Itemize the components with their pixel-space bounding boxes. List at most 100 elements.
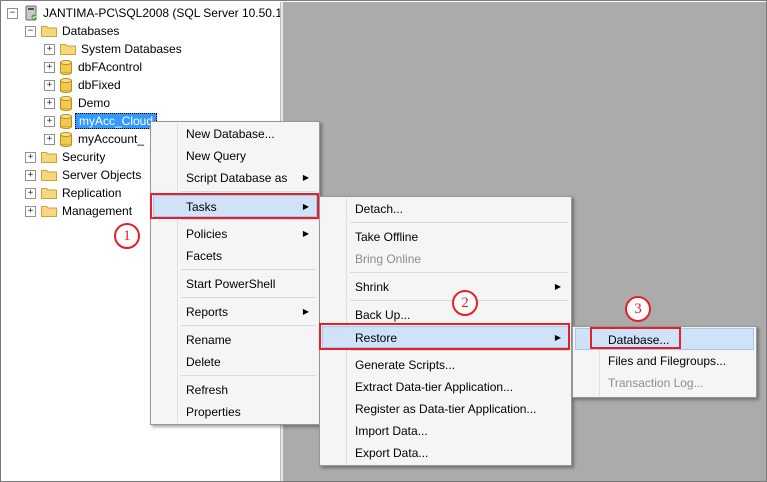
submenu-arrow-icon: ▶ <box>554 282 561 291</box>
menu-item-label: Script Database as <box>186 171 288 185</box>
menu-separator <box>181 297 316 298</box>
menu-item-transaction-log: Transaction Log... <box>575 372 754 394</box>
menu-item-properties[interactable]: Properties <box>153 401 317 423</box>
menu-item-import-data[interactable]: Import Data... <box>322 420 569 442</box>
expand-icon[interactable]: + <box>44 43 55 55</box>
menu-item-label: Take Offline <box>355 230 419 244</box>
menu-item-label: Rename <box>186 333 232 347</box>
menu-item-back-up[interactable]: Back Up... <box>322 304 569 326</box>
tree-label: Databases <box>62 24 120 38</box>
server-icon <box>23 5 39 21</box>
expand-icon[interactable]: + <box>44 97 55 109</box>
callout-badge-2: 2 <box>452 290 478 316</box>
tree-node-database[interactable]: + myAccount_ <box>44 130 144 148</box>
menu-separator <box>350 350 568 351</box>
tree-node-server[interactable]: − JANTIMA-PC\SQL2008 (SQL Server 10.50.1… <box>7 4 282 22</box>
menu-item-restore-database[interactable]: Database... <box>575 328 754 350</box>
expand-icon[interactable]: + <box>25 187 36 199</box>
expand-icon[interactable]: + <box>44 61 55 73</box>
menu-item-detach[interactable]: Detach... <box>322 198 569 220</box>
tree-label: Security <box>62 150 106 164</box>
menu-item-facets[interactable]: Facets <box>153 245 317 267</box>
menu-separator <box>181 269 316 270</box>
callout-badge-3: 3 <box>625 296 651 322</box>
menu-item-policies[interactable]: Policies ▶ <box>153 223 317 245</box>
tree-node-database-selected[interactable]: + myAcc_Cloud <box>44 112 158 130</box>
menu-item-new-database[interactable]: New Database... <box>153 123 317 145</box>
expand-icon[interactable]: + <box>44 79 55 91</box>
menu-item-export-data[interactable]: Export Data... <box>322 442 569 464</box>
menu-item-script-database-as[interactable]: Script Database as ▶ <box>153 167 317 189</box>
server-label: JANTIMA-PC\SQL2008 (SQL Server 10.50.160… <box>43 6 282 20</box>
tree-node-replication[interactable]: + Replication <box>25 184 121 202</box>
folder-icon <box>41 169 57 181</box>
menu-item-register-data-tier[interactable]: Register as Data-tier Application... <box>322 398 569 420</box>
menu-item-label: Tasks <box>186 200 217 214</box>
folder-icon <box>41 187 57 199</box>
collapse-icon[interactable]: − <box>7 7 18 19</box>
expand-icon[interactable]: + <box>25 205 36 217</box>
restore-submenu: Database... Files and Filegroups... Tran… <box>572 326 757 398</box>
menu-separator <box>350 222 568 223</box>
menu-item-label: Back Up... <box>355 308 411 322</box>
tree-label: dbFixed <box>78 78 121 92</box>
submenu-arrow-icon: ▶ <box>302 202 309 211</box>
menu-item-reports[interactable]: Reports ▶ <box>153 301 317 323</box>
tree-node-security[interactable]: + Security <box>25 148 105 166</box>
menu-item-label: Facets <box>186 249 223 263</box>
folder-icon <box>41 205 57 217</box>
collapse-icon[interactable]: − <box>25 25 36 37</box>
database-icon <box>60 77 72 93</box>
menu-item-start-powershell[interactable]: Start PowerShell <box>153 273 317 295</box>
menu-separator <box>181 375 316 376</box>
menu-item-tasks[interactable]: Tasks ▶ <box>153 195 317 217</box>
expand-icon[interactable]: + <box>25 151 36 163</box>
tree-node-server-objects[interactable]: + Server Objects <box>25 166 141 184</box>
menu-item-delete[interactable]: Delete <box>153 351 317 373</box>
tree-node-system-databases[interactable]: + System Databases <box>44 40 182 58</box>
tree-label: Replication <box>62 186 122 200</box>
menu-item-restore[interactable]: Restore ▶ <box>322 326 569 348</box>
menu-item-label: Bring Online <box>355 252 422 266</box>
menu-item-new-query[interactable]: New Query <box>153 145 317 167</box>
expand-icon[interactable]: + <box>44 115 55 127</box>
tree-label: myAccount_ <box>78 132 145 146</box>
submenu-arrow-icon: ▶ <box>302 229 309 238</box>
tree-label: Server Objects <box>62 168 142 182</box>
submenu-arrow-icon: ▶ <box>302 307 309 316</box>
tree-node-database[interactable]: + Demo <box>44 94 110 112</box>
menu-item-label: Properties <box>186 405 241 419</box>
menu-item-label: Reports <box>186 305 229 319</box>
folder-icon <box>41 151 57 163</box>
menu-separator <box>181 191 316 192</box>
menu-item-generate-scripts[interactable]: Generate Scripts... <box>322 354 569 376</box>
menu-item-label: Register as Data-tier Application... <box>355 402 537 416</box>
menu-item-shrink[interactable]: Shrink ▶ <box>322 276 569 298</box>
menu-item-rename[interactable]: Rename <box>153 329 317 351</box>
submenu-arrow-icon: ▶ <box>554 333 561 342</box>
tree-node-database[interactable]: + dbFixed <box>44 76 121 94</box>
menu-item-label: Export Data... <box>355 446 429 460</box>
menu-item-extract-data-tier[interactable]: Extract Data-tier Application... <box>322 376 569 398</box>
menu-item-label: Extract Data-tier Application... <box>355 380 514 394</box>
menu-item-label: Policies <box>186 227 228 241</box>
tree-label: System Databases <box>81 42 182 56</box>
menu-item-label: Transaction Log... <box>608 376 704 390</box>
menu-item-refresh[interactable]: Refresh <box>153 379 317 401</box>
menu-item-label: Shrink <box>355 280 390 294</box>
tree-label-selected: myAcc_Cloud <box>75 113 158 129</box>
tree-node-management[interactable]: + Management <box>25 202 132 220</box>
menu-item-label: Refresh <box>186 383 229 397</box>
expand-icon[interactable]: + <box>25 169 36 181</box>
tree-node-databases[interactable]: − Databases <box>25 22 119 40</box>
menu-item-files-and-filegroups[interactable]: Files and Filegroups... <box>575 350 754 372</box>
expand-icon[interactable]: + <box>44 133 55 145</box>
database-icon <box>60 113 72 129</box>
database-icon <box>60 95 72 111</box>
folder-icon <box>60 43 76 55</box>
tree-node-database[interactable]: + dbFAcontrol <box>44 58 142 76</box>
submenu-arrow-icon: ▶ <box>302 173 309 182</box>
menu-separator <box>181 325 316 326</box>
menu-item-take-offline[interactable]: Take Offline <box>322 226 569 248</box>
menu-item-label: Delete <box>186 355 221 369</box>
